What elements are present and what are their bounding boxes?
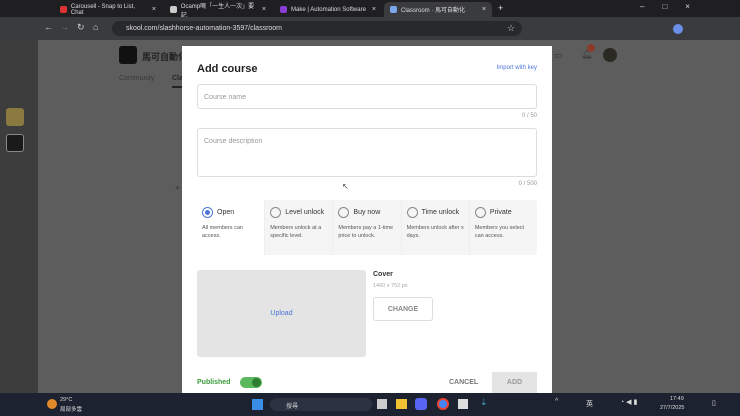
windows-start-icon[interactable]	[252, 399, 263, 410]
mouse-cursor-icon: ↖	[342, 182, 349, 191]
add-button[interactable]: ADD	[492, 372, 537, 393]
upload-label: Upload	[270, 310, 293, 317]
close-tab-icon[interactable]: ×	[372, 6, 376, 13]
weather-temp: 29°C	[60, 397, 73, 403]
course-description-input[interactable]: Course description	[197, 128, 537, 177]
back-icon[interactable]: ←	[44, 22, 53, 32]
browser-tab[interactable]: Ocamp嘅「一生人一次」要記 ×	[164, 2, 272, 19]
access-option-open[interactable]: Open All members can access.	[197, 200, 266, 255]
access-option-private[interactable]: Private Members you select can access.	[470, 200, 537, 255]
home-icon[interactable]: ⌂	[93, 22, 98, 32]
access-option-time-unlock[interactable]: Time unlock Members unlock after x days.	[402, 200, 470, 255]
notification-badge	[587, 44, 595, 52]
cover-label: Cover	[373, 271, 393, 278]
task-view-icon[interactable]	[377, 399, 387, 409]
file-explorer-icon[interactable]	[396, 399, 407, 409]
app-icon[interactable]: ⇣	[480, 397, 488, 408]
cancel-button[interactable]: CANCEL	[449, 379, 478, 386]
radio-icon[interactable]	[406, 207, 418, 218]
page-backdrop-right	[700, 40, 740, 393]
window-controls[interactable]: –□×	[640, 2, 708, 11]
course-description-counter: 0 / 500	[518, 181, 537, 187]
new-tab-icon[interactable]: +	[498, 3, 503, 13]
add-icon: +	[175, 183, 181, 193]
radio-icon[interactable]	[338, 207, 350, 218]
weather-desc: 局部多雲	[60, 407, 83, 413]
close-tab-icon[interactable]: ×	[262, 6, 266, 13]
group-sidebar	[0, 40, 38, 393]
skool-favicon-icon	[390, 6, 397, 13]
bookmark-star-icon[interactable]: ☆	[507, 23, 515, 34]
browser-tab[interactable]: Carousell - Snap to List, Chat ×	[54, 2, 162, 17]
add-course-dialog: Add course Import with key Course name 0…	[182, 46, 552, 393]
group-icon[interactable]	[6, 108, 24, 126]
community-name: 馬可自動化	[142, 52, 188, 62]
chrome-icon[interactable]	[437, 398, 449, 410]
published-toggle[interactable]	[240, 377, 262, 388]
published-label: Published	[197, 379, 231, 386]
notion-icon[interactable]	[458, 399, 468, 409]
make-favicon-icon	[280, 6, 287, 13]
course-name-input[interactable]: Course name	[197, 84, 537, 109]
radio-icon[interactable]	[270, 207, 282, 218]
close-tab-icon[interactable]: ×	[152, 6, 156, 13]
forward-icon[interactable]: →	[60, 22, 69, 32]
ime-indicator[interactable]: 英	[586, 399, 593, 409]
browser-tab-active[interactable]: Classroom · 馬可自動化 ×	[384, 2, 492, 17]
url-input[interactable]: skool.com/slashhorse-automation-3597/cla…	[112, 21, 522, 36]
clock-time[interactable]: 17:49	[670, 396, 684, 402]
discord-icon[interactable]	[415, 398, 427, 410]
radio-selected-icon[interactable]	[202, 207, 213, 218]
dialog-title: Add course	[197, 63, 258, 75]
access-option-buy-now[interactable]: Buy now Members pay a 1-time price to unl…	[333, 200, 402, 255]
reload-icon[interactable]: ↻	[77, 22, 85, 33]
browser-tab-bar: Carousell - Snap to List, Chat × Ocamp嘅「一…	[0, 0, 740, 19]
cover-upload-area[interactable]: Upload	[197, 270, 366, 357]
user-avatar[interactable]	[603, 48, 617, 62]
chat-icon[interactable]: ▭	[554, 50, 563, 61]
group-icon-active[interactable]	[6, 134, 24, 152]
weather-icon[interactable]	[47, 399, 57, 409]
profile-avatar-icon[interactable]	[673, 24, 683, 34]
carousell-favicon-icon	[60, 6, 67, 13]
taskbar: 29°C 局部多雲 搜尋 ⇣ ^ 英 ◔ ◀ ▮ 17:49 27/7/2025…	[0, 393, 740, 416]
taskbar-search[interactable]: 搜尋	[270, 398, 372, 411]
change-cover-button[interactable]: CHANGE	[373, 297, 433, 321]
radio-icon[interactable]	[474, 207, 486, 218]
tab-community[interactable]: Community	[119, 75, 154, 82]
access-option-level-unlock[interactable]: Level unlock Members unlock at a specific…	[265, 200, 334, 255]
network-volume-icons[interactable]: ◔ ◀ ▮	[620, 398, 637, 406]
import-with-key-link[interactable]: Import with key	[497, 65, 537, 71]
notification-icon[interactable]: ▯	[712, 399, 716, 407]
community-logo	[119, 46, 137, 64]
course-name-counter: 0 / 50	[521, 113, 537, 119]
clock-date[interactable]: 27/7/2025	[660, 405, 684, 411]
cover-size: 1460 x 752 px	[373, 283, 408, 289]
close-tab-icon[interactable]: ×	[482, 6, 486, 13]
tray-chevron-icon[interactable]: ^	[555, 398, 558, 405]
access-options: Open All members can access. Level unlock…	[197, 200, 537, 255]
browser-tab[interactable]: Make | Automation Software ×	[274, 2, 382, 17]
ocamp-favicon-icon	[170, 6, 177, 13]
